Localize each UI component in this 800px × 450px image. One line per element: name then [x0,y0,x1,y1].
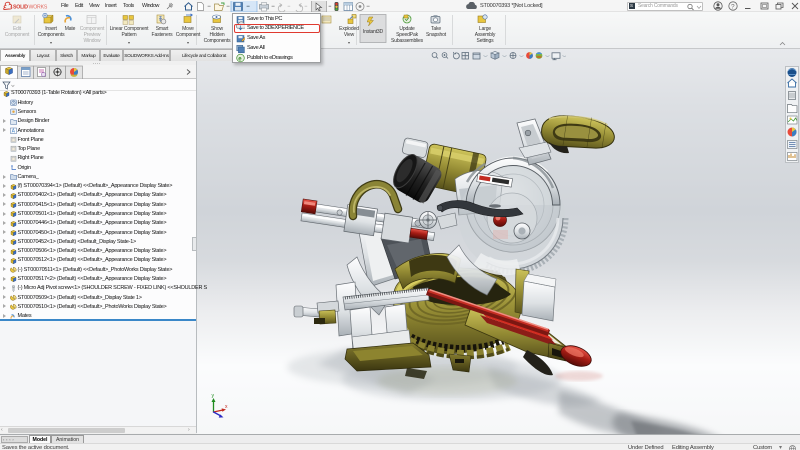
svg-text:y: y [212,393,215,399]
svg-text:x: x [225,404,228,410]
svg-text:SOLID: SOLID [13,5,28,11]
svg-text:?: ? [731,3,735,10]
svg-text:WORKS: WORKS [29,5,48,11]
